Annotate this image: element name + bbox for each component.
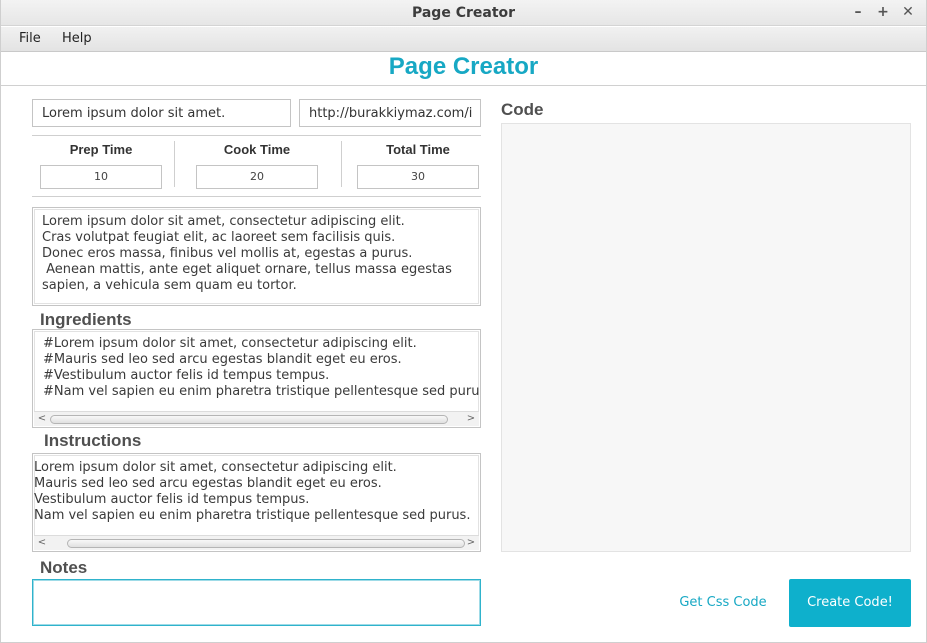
time-separator <box>174 141 175 187</box>
ingredient-line: #Lorem ipsum dolor sit amet, consectetur… <box>43 336 417 351</box>
total-time-label: Total Time <box>386 142 450 157</box>
menu-file[interactable]: File <box>19 31 41 46</box>
instruction-line: Nam vel sapien eu enim pharetra tristiqu… <box>34 508 471 523</box>
create-code-button[interactable]: Create Code! <box>789 579 911 627</box>
menu-help[interactable]: Help <box>62 31 92 46</box>
ingredient-line: #Vestibulum auctor felis id tempus tempu… <box>43 368 330 383</box>
close-icon[interactable]: ✕ <box>899 3 917 21</box>
instructions-textarea[interactable]: Lorem ipsum dolor sit amet, consectetur … <box>32 453 481 552</box>
code-output-area[interactable] <box>501 123 911 552</box>
instruction-line: Lorem ipsum dolor sit amet, consectetur … <box>34 460 397 475</box>
description-line: Cras volutpat feugiat elit, ac laoreet s… <box>42 230 396 245</box>
scroll-right-icon[interactable]: > <box>464 536 478 550</box>
total-time-input[interactable]: 30 <box>357 165 479 189</box>
description-textarea[interactable]: Lorem ipsum dolor sit amet, consectetur … <box>32 207 481 306</box>
instruction-line: Mauris sed leo sed arcu egestas blandit … <box>34 476 382 491</box>
notes-label: Notes <box>40 558 88 577</box>
cook-time-input[interactable]: 20 <box>196 165 318 189</box>
instruction-line: Vestibulum auctor felis id tempus tempus… <box>34 492 310 507</box>
scrollbar-thumb[interactable] <box>50 415 448 424</box>
instructions-scrollbar[interactable]: < > <box>34 535 479 550</box>
notes-input[interactable] <box>32 579 481 626</box>
menu-bar: File Help <box>0 27 927 52</box>
ingredients-textarea[interactable]: #Lorem ipsum dolor sit amet, consectetur… <box>32 329 481 428</box>
description-line: Aenean mattis, ante eget aliquet ornare,… <box>42 262 452 277</box>
code-label: Code <box>501 100 544 119</box>
time-separator <box>341 141 342 187</box>
window-titlebar: Page Creator – + ✕ <box>0 0 927 26</box>
ingredient-line: #Nam vel sapien eu enim pharetra tristiq… <box>43 384 480 399</box>
scroll-left-icon[interactable]: < <box>35 412 49 426</box>
ingredient-line: #Mauris sed leo sed arcu egestas blandit… <box>43 352 402 367</box>
get-css-code-button[interactable]: Get Css Code <box>668 595 778 610</box>
heading-divider <box>0 85 927 86</box>
scroll-left-icon[interactable]: < <box>35 536 49 550</box>
app-title: Page Creator <box>388 53 539 80</box>
ingredients-scrollbar[interactable]: < > <box>34 411 479 426</box>
description-line: Donec eros massa, finibus vel mollis at,… <box>42 246 413 261</box>
recipe-title-input[interactable]: Lorem ipsum dolor sit amet. <box>32 99 291 127</box>
instructions-label: Instructions <box>44 431 142 450</box>
maximize-icon[interactable]: + <box>874 3 892 21</box>
url-input[interactable]: http://burakkiymaz.com/i <box>299 99 481 127</box>
scrollbar-thumb[interactable] <box>67 539 465 548</box>
divider-top <box>32 135 481 136</box>
minimize-icon[interactable]: – <box>849 3 867 21</box>
prep-time-input[interactable]: 10 <box>40 165 162 189</box>
cook-time-label: Cook Time <box>223 142 291 157</box>
prep-time-label: Prep Time <box>69 142 133 157</box>
divider-bottom <box>32 196 481 197</box>
ingredients-label: Ingredients <box>40 310 132 329</box>
description-line: Lorem ipsum dolor sit amet, consectetur … <box>42 214 405 229</box>
window-title: Page Creator <box>411 5 516 21</box>
scroll-right-icon[interactable]: > <box>464 412 478 426</box>
description-line: sapien, a vehicula sem quam eu tortor. <box>42 278 297 293</box>
